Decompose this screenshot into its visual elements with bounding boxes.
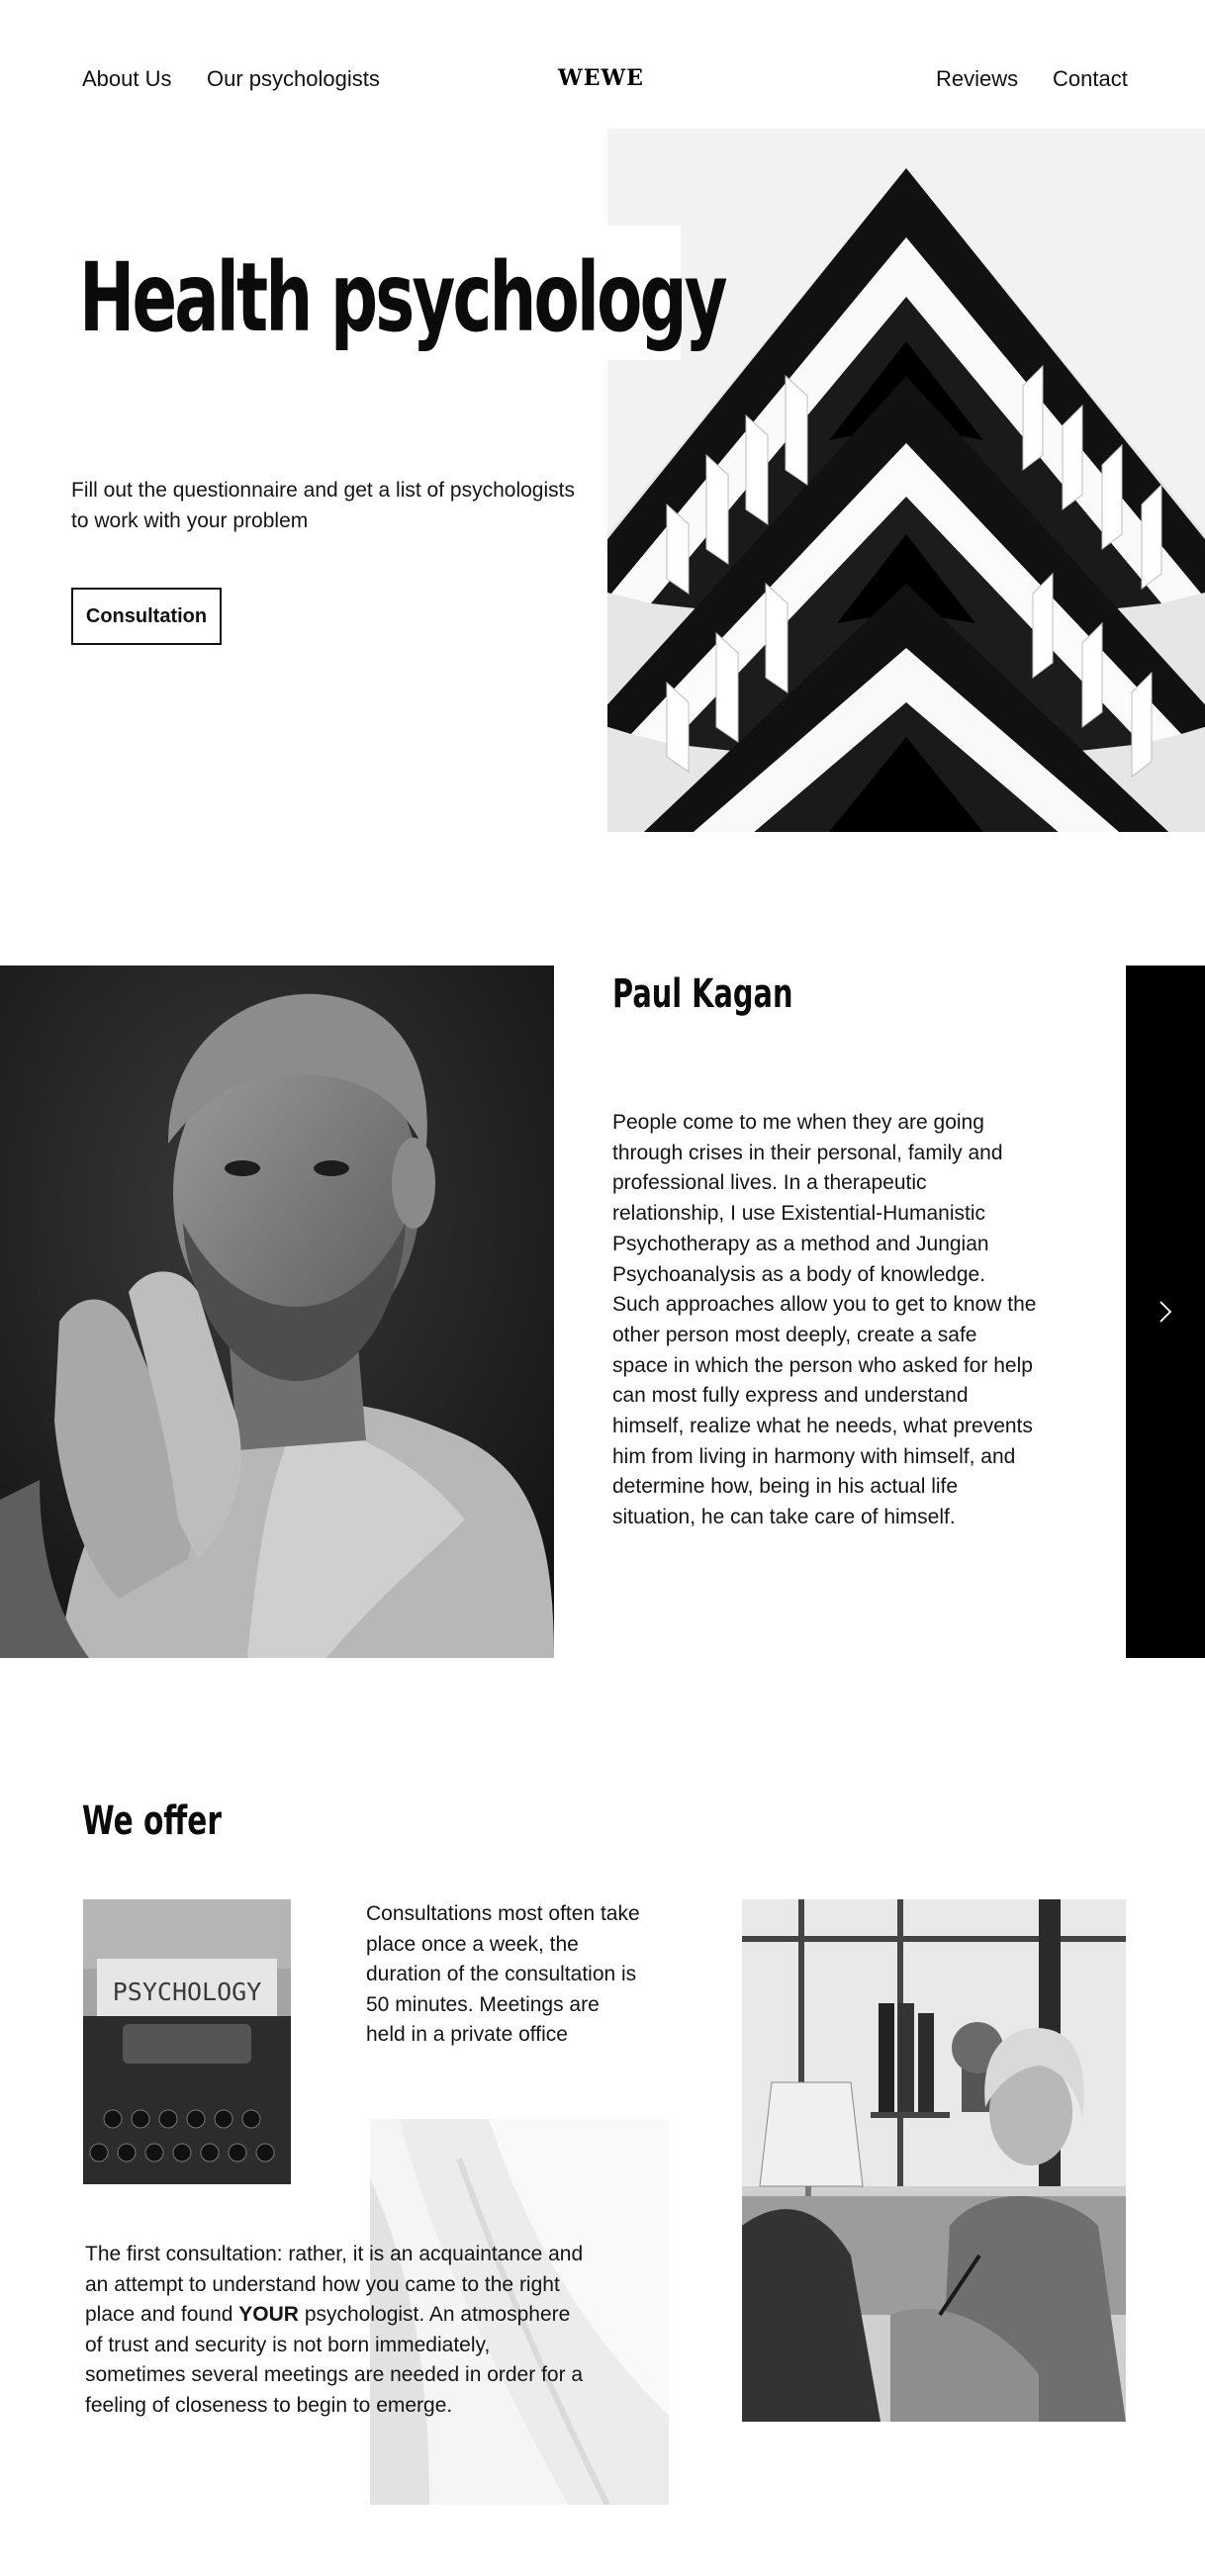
- nav-reviews[interactable]: Reviews: [936, 65, 1018, 93]
- nav-our-psychologists[interactable]: Our psychologists: [207, 65, 380, 93]
- offer-description-first-consultation: The first consultation: rather, it is an…: [85, 2240, 584, 2422]
- hero-title: Health psychology: [79, 242, 728, 353]
- psychologist-portrait: [0, 966, 554, 1658]
- hero-subtitle: Fill out the questionnaire and get a lis…: [71, 479, 575, 532]
- next-psychologist-button[interactable]: [1126, 966, 1205, 1658]
- logo[interactable]: WEWE: [558, 63, 644, 93]
- offer-description-schedule: Consultations most often take place once…: [366, 1902, 640, 2047]
- nav-contact[interactable]: Contact: [1053, 65, 1128, 93]
- consultation-button[interactable]: Consultation: [71, 588, 222, 645]
- psychologist-bio: People come to me when they are going th…: [612, 1111, 1037, 1529]
- nav-about-us[interactable]: About Us: [82, 65, 172, 93]
- chevron-right-icon: [1159, 1300, 1172, 1324]
- typewriter-image: PSYCHOLOGY: [83, 1899, 291, 2184]
- therapy-session-image: [742, 1899, 1126, 2422]
- typewriter-paper-text: PSYCHOLOGY: [113, 1978, 262, 2006]
- offer-section-title: We offer: [82, 1798, 222, 1844]
- page: About Us Our psychologists WEWE Reviews …: [0, 0, 1205, 2576]
- offer-text2-emphasis: YOUR: [238, 2303, 299, 2327]
- psychologist-name: Paul Kagan: [612, 971, 793, 1017]
